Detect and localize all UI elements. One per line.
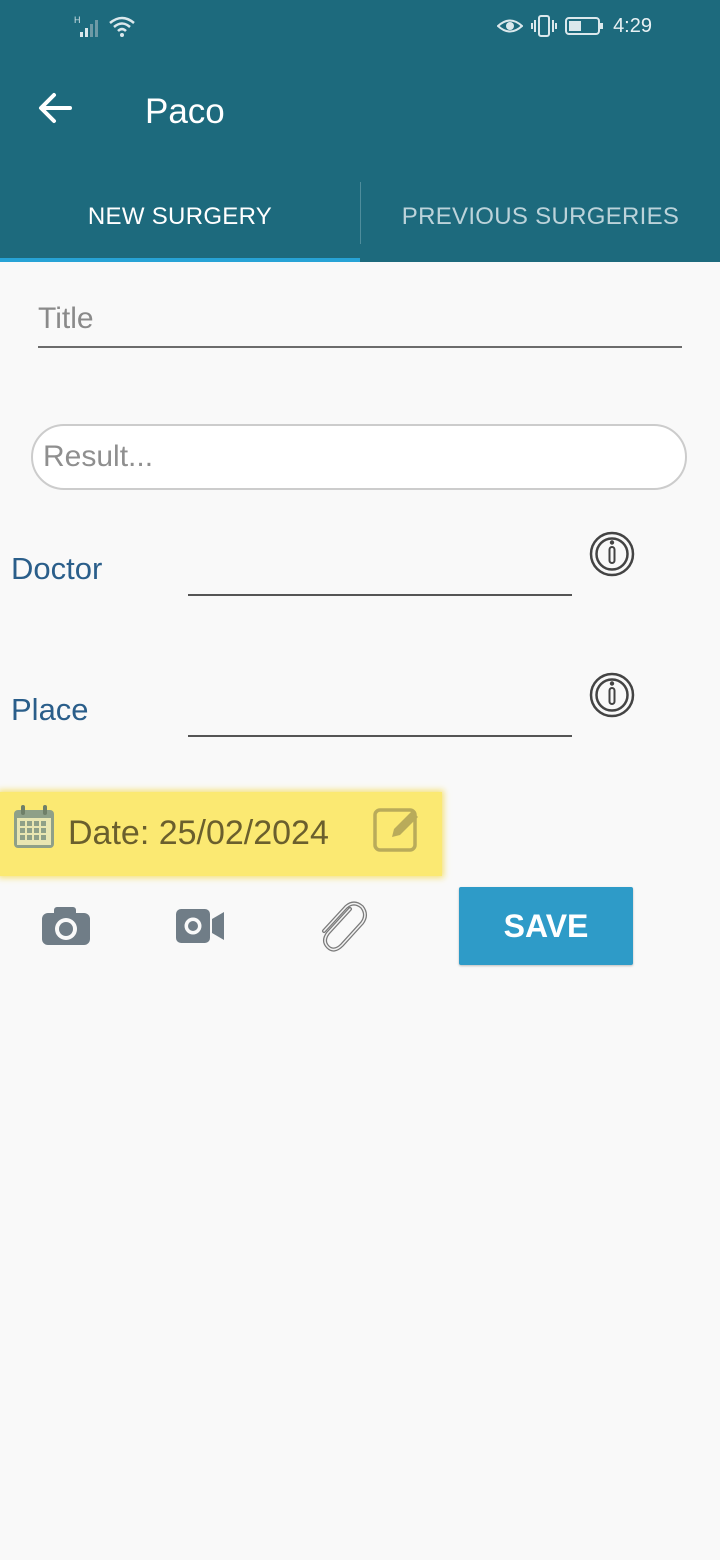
date-text: Date: 25/02/2024 [68, 814, 329, 852]
calendar-icon [14, 805, 54, 848]
tab-bar: NEW SURGERY PREVIOUS SURGERIES [0, 172, 720, 262]
battery-icon [565, 17, 604, 35]
place-field[interactable] [188, 735, 572, 737]
status-bar: H 4:29 [0, 0, 720, 56]
save-button[interactable]: SAVE [459, 887, 633, 965]
result-input[interactable] [31, 424, 687, 490]
doctor-field[interactable] [188, 594, 572, 596]
doctor-label: Doctor [11, 551, 103, 586]
place-info-icon[interactable] [588, 671, 636, 719]
eye-icon [497, 19, 524, 33]
status-left: H [74, 14, 136, 38]
vibrate-icon [531, 15, 558, 37]
camera-icon[interactable] [40, 905, 92, 947]
status-right: 4:29 [497, 14, 652, 38]
signal-icon: H [74, 15, 98, 37]
network-type-label: H [74, 15, 81, 25]
tab-active-indicator [0, 258, 360, 262]
wifi-icon [109, 16, 135, 37]
date-row[interactable]: Date: 25/02/2024 [0, 792, 442, 876]
status-time: 4:29 [613, 14, 652, 37]
tab-previous-surgeries[interactable]: PREVIOUS SURGERIES [361, 172, 720, 262]
app-bar: Paco [0, 56, 720, 172]
title-input[interactable] [38, 292, 682, 348]
video-camera-icon[interactable] [174, 905, 226, 947]
place-label: Place [11, 692, 89, 727]
doctor-info-icon[interactable] [588, 530, 636, 578]
arrow-left-icon[interactable] [34, 86, 78, 130]
edit-icon[interactable] [372, 804, 422, 852]
paperclip-icon[interactable] [314, 897, 368, 955]
tab-new-surgery[interactable]: NEW SURGERY [0, 172, 360, 262]
page-title: Paco [145, 92, 225, 131]
